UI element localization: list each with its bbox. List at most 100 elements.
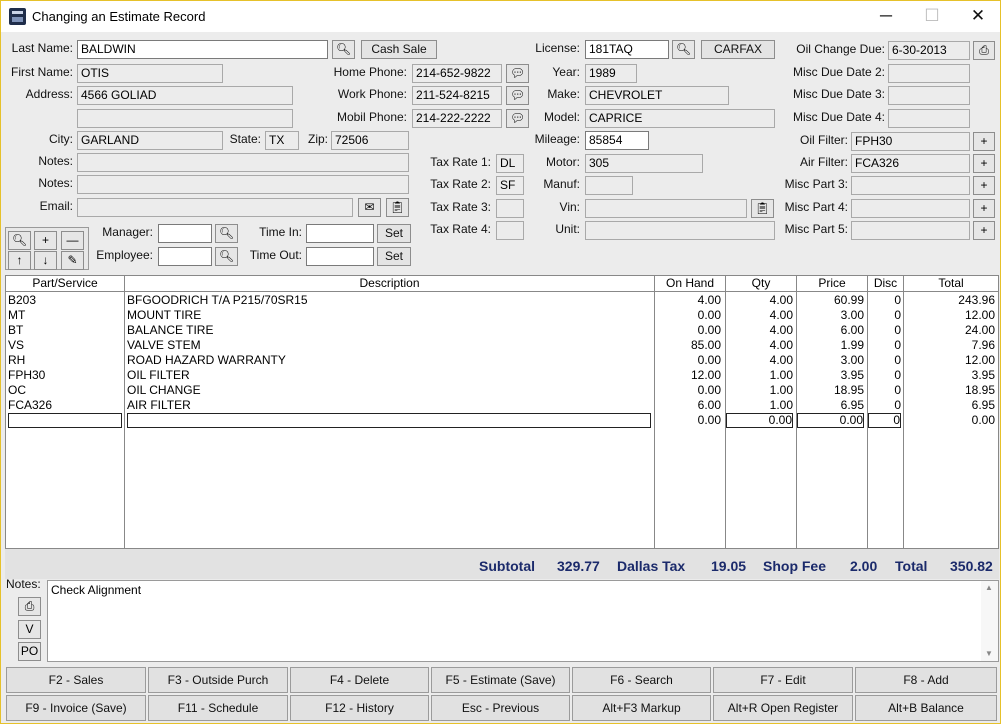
oil-filter-add-button[interactable]: + — [973, 132, 995, 151]
cell-total[interactable]: 3.95 — [904, 368, 995, 383]
oil-change-print-button[interactable]: ⎙ — [973, 41, 995, 60]
cell-price[interactable]: 0.00 — [797, 413, 864, 428]
toolbar-down-button[interactable]: ↓ — [34, 251, 57, 270]
time-out-field[interactable] — [306, 247, 374, 266]
cell-part[interactable]: B203 — [8, 293, 122, 308]
manuf-field[interactable] — [585, 176, 633, 195]
toolbar-up-button[interactable]: ↑ — [8, 251, 31, 270]
misc-due3-field[interactable] — [888, 86, 970, 105]
col-header-total[interactable]: Total — [904, 276, 998, 292]
employee-search-button[interactable]: 🔍︎ — [215, 247, 238, 266]
state-field[interactable]: TX — [265, 131, 299, 150]
misc-part5-add-button[interactable]: + — [973, 221, 995, 240]
cell-disc[interactable]: 0 — [868, 383, 901, 398]
fkey-f5-button[interactable]: F5 - Estimate (Save) — [431, 667, 570, 693]
notes-po-button[interactable]: PO — [18, 642, 41, 661]
cell-part[interactable]: VS — [8, 338, 122, 353]
cell-qty[interactable]: 0.00 — [726, 413, 793, 428]
cell-total[interactable]: 7.96 — [904, 338, 995, 353]
cell-qty[interactable]: 4.00 — [726, 308, 793, 323]
email-paste-button[interactable]: 📋︎ — [386, 198, 409, 217]
maximize-button[interactable]: ☐ — [909, 1, 955, 32]
cell-part[interactable] — [8, 413, 122, 428]
cell-description[interactable]: OIL CHANGE — [127, 383, 651, 398]
manager-search-button[interactable]: 🔍︎ — [215, 224, 238, 243]
tax-rate3-field[interactable] — [496, 199, 524, 218]
toolbar-add-button[interactable]: + — [34, 231, 57, 250]
cell-qty[interactable]: 1.00 — [726, 383, 793, 398]
cell-description[interactable]: MOUNT TIRE — [127, 308, 651, 323]
notes1-field[interactable] — [77, 153, 409, 172]
cell-part[interactable]: FPH30 — [8, 368, 122, 383]
misc-part3-field[interactable] — [851, 176, 970, 195]
col-header-price[interactable]: Price — [797, 276, 868, 292]
mobil-phone-field[interactable]: 214-222-2222 — [412, 109, 502, 128]
fkey-alt-b-button[interactable]: Alt+B Balance — [855, 695, 997, 721]
fkey-f11-button[interactable]: F11 - Schedule — [148, 695, 288, 721]
time-in-set-button[interactable]: Set — [377, 224, 411, 243]
misc-due2-field[interactable] — [888, 64, 970, 83]
notes-print-button[interactable]: ⎙ — [18, 597, 41, 616]
misc-part3-add-button[interactable]: + — [973, 176, 995, 195]
employee-field[interactable] — [158, 247, 212, 266]
notes2-field[interactable] — [77, 175, 409, 194]
cell-price[interactable]: 18.95 — [797, 383, 864, 398]
cell-disc[interactable]: 0 — [868, 368, 901, 383]
cell-description[interactable]: AIR FILTER — [127, 398, 651, 413]
fkey-f7-button[interactable]: F7 - Edit — [713, 667, 853, 693]
cell-part[interactable]: MT — [8, 308, 122, 323]
cell-on-hand[interactable]: 6.00 — [655, 398, 721, 413]
fkey-f12-button[interactable]: F12 - History — [290, 695, 429, 721]
cell-on-hand[interactable]: 0.00 — [655, 308, 721, 323]
cell-description[interactable]: ROAD HAZARD WARRANTY — [127, 353, 651, 368]
col-header-description[interactable]: Description — [125, 276, 655, 292]
cell-total[interactable]: 18.95 — [904, 383, 995, 398]
fkey-alt-r-button[interactable]: Alt+R Open Register — [713, 695, 853, 721]
home-phone-field[interactable]: 214-652-9822 — [412, 64, 502, 83]
cell-qty[interactable]: 4.00 — [726, 353, 793, 368]
cell-qty[interactable]: 4.00 — [726, 323, 793, 338]
cell-on-hand[interactable]: 4.00 — [655, 293, 721, 308]
cell-price[interactable]: 6.00 — [797, 323, 864, 338]
cell-qty[interactable]: 1.00 — [726, 398, 793, 413]
cell-description[interactable]: OIL FILTER — [127, 368, 651, 383]
fkey-f8-button[interactable]: F8 - Add — [855, 667, 997, 693]
fkey-f3-button[interactable]: F3 - Outside Purch — [148, 667, 288, 693]
cell-description[interactable]: BFGOODRICH T/A P215/70SR15 — [127, 293, 651, 308]
unit-field[interactable] — [585, 221, 775, 240]
time-in-field[interactable] — [306, 224, 374, 243]
col-header-part[interactable]: Part/Service — [6, 276, 125, 292]
cell-price[interactable]: 1.99 — [797, 338, 864, 353]
cell-on-hand[interactable]: 0.00 — [655, 323, 721, 338]
first-name-field[interactable]: OTIS — [77, 64, 223, 83]
cell-price[interactable]: 3.00 — [797, 308, 864, 323]
fkey-f2-button[interactable]: F2 - Sales — [6, 667, 146, 693]
cell-price[interactable]: 6.95 — [797, 398, 864, 413]
address-line1-field[interactable]: 4566 GOLIAD — [77, 86, 293, 105]
time-out-set-button[interactable]: Set — [377, 247, 411, 266]
misc-part4-field[interactable] — [851, 199, 970, 218]
make-field[interactable]: CHEVROLET — [585, 86, 729, 105]
notes-v-button[interactable]: V — [18, 620, 41, 639]
close-button[interactable]: ✕ — [955, 1, 1001, 32]
cell-price[interactable]: 3.95 — [797, 368, 864, 383]
cell-qty[interactable]: 4.00 — [726, 338, 793, 353]
zip-field[interactable]: 72506 — [331, 131, 409, 150]
scroll-down-icon[interactable]: ▼ — [985, 649, 993, 658]
vin-field[interactable] — [585, 199, 747, 218]
toolbar-remove-button[interactable]: — — [61, 231, 84, 250]
cell-on-hand[interactable]: 85.00 — [655, 338, 721, 353]
misc-part5-field[interactable] — [851, 221, 970, 240]
cell-total[interactable]: 243.96 — [904, 293, 995, 308]
cell-qty[interactable]: 1.00 — [726, 368, 793, 383]
manager-field[interactable] — [158, 224, 212, 243]
work-phone-field[interactable]: 211-524-8215 — [412, 86, 502, 105]
last-name-field[interactable]: BALDWIN — [77, 40, 328, 59]
cash-sale-button[interactable]: Cash Sale — [361, 40, 437, 59]
city-field[interactable]: GARLAND — [77, 131, 223, 150]
cell-total[interactable]: 6.95 — [904, 398, 995, 413]
tax-rate1-field[interactable]: DL — [496, 154, 524, 173]
toolbar-search-button[interactable]: 🔍︎ — [8, 231, 31, 250]
cell-disc[interactable]: 0 — [868, 353, 901, 368]
misc-due4-field[interactable] — [888, 109, 970, 128]
